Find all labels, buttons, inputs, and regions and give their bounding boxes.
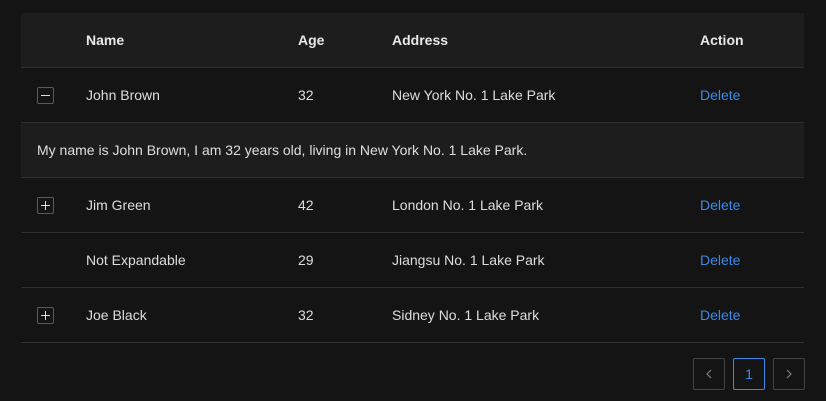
- column-header-address: Address: [392, 32, 449, 48]
- data-table: Name Age Address Action John Brown 32 Ne…: [21, 13, 804, 343]
- delete-link[interactable]: Delete: [700, 288, 740, 342]
- row-name: Jim Green: [86, 197, 151, 213]
- row-name: John Brown: [86, 87, 160, 103]
- expand-row-button[interactable]: [37, 307, 54, 324]
- table-row: Not Expandable 29 Jiangsu No. 1 Lake Par…: [21, 233, 804, 288]
- row-address: Sidney No. 1 Lake Park: [392, 307, 540, 323]
- table-row: Jim Green 42 London No. 1 Lake Park Dele…: [21, 178, 804, 233]
- table-row: John Brown 32 New York No. 1 Lake Park D…: [21, 68, 804, 123]
- column-header-name: Name: [86, 32, 125, 48]
- column-header-age: Age: [298, 32, 325, 48]
- delete-link[interactable]: Delete: [700, 178, 740, 232]
- expanded-row-description: My name is John Brown, I am 32 years old…: [21, 123, 804, 178]
- next-page-button[interactable]: [773, 358, 805, 390]
- prev-page-button[interactable]: [693, 358, 725, 390]
- column-header-action: Action: [700, 32, 744, 48]
- table-row: Joe Black 32 Sidney No. 1 Lake Park Dele…: [21, 288, 804, 343]
- row-age: 42: [298, 197, 314, 213]
- row-address: New York No. 1 Lake Park: [392, 87, 556, 103]
- page-1-button[interactable]: 1: [733, 358, 765, 390]
- chevron-right-icon: [786, 369, 792, 379]
- row-name: Not Expandable: [86, 252, 186, 268]
- row-age: 32: [298, 87, 314, 103]
- row-address: London No. 1 Lake Park: [392, 197, 543, 213]
- row-age: 29: [298, 252, 314, 268]
- row-age: 32: [298, 307, 314, 323]
- pagination: 1: [693, 358, 805, 390]
- collapse-row-button[interactable]: [37, 87, 54, 104]
- row-name: Joe Black: [86, 307, 147, 323]
- chevron-left-icon: [706, 369, 712, 379]
- expand-row-button[interactable]: [37, 197, 54, 214]
- table-header: Name Age Address Action: [21, 13, 804, 68]
- delete-link[interactable]: Delete: [700, 233, 740, 287]
- delete-link[interactable]: Delete: [700, 68, 740, 122]
- row-address: Jiangsu No. 1 Lake Park: [392, 252, 545, 268]
